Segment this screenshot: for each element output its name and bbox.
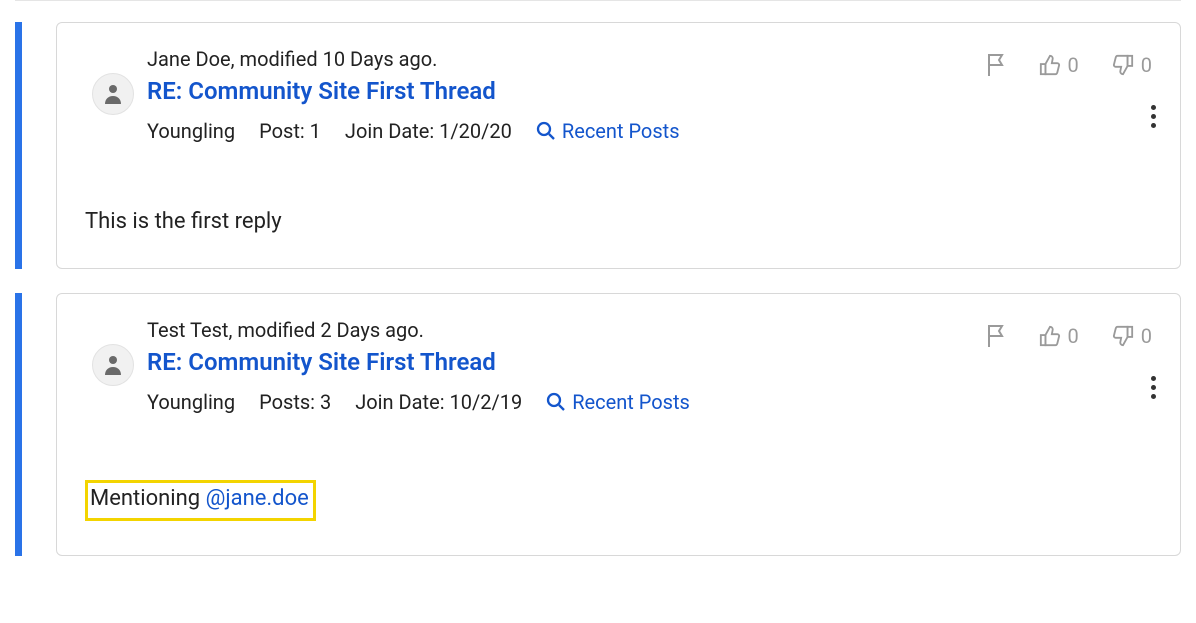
kebab-dot-icon [1151,114,1156,119]
join-date: Join Date: 1/20/20 [345,119,512,143]
post-item: Test Test, modified 2 Days ago. RE: Comm… [15,293,1181,556]
post-card: Jane Doe, modified 10 Days ago. RE: Comm… [56,22,1181,269]
avatar[interactable] [92,344,134,386]
person-icon [104,355,122,375]
user-rank: Youngling [147,390,235,414]
top-divider [15,0,1181,1]
flag-icon [986,53,1006,77]
post-body-text: Mentioning [90,486,206,511]
kebab-dot-icon [1151,123,1156,128]
dislike-count: 0 [1141,53,1152,77]
thread-accent-bar [15,293,22,556]
person-icon [104,84,122,104]
like-button[interactable]: 0 [1038,53,1079,77]
posts-container: Jane Doe, modified 10 Days ago. RE: Comm… [0,0,1196,556]
recent-posts-label: Recent Posts [562,119,680,143]
like-count: 0 [1068,53,1079,77]
post-item: Jane Doe, modified 10 Days ago. RE: Comm… [15,22,1181,269]
kebab-dot-icon [1151,105,1156,110]
thread-title-link[interactable]: RE: Community Site First Thread [147,77,496,105]
thumbs-up-icon [1038,54,1062,76]
post-card: Test Test, modified 2 Days ago. RE: Comm… [56,293,1181,556]
join-date: Join Date: 10/2/19 [355,390,522,414]
more-actions-button[interactable] [1151,105,1156,128]
thumbs-down-icon [1111,54,1135,76]
flag-button[interactable] [986,324,1006,348]
kebab-dot-icon [1151,376,1156,381]
flag-button[interactable] [986,53,1006,77]
kebab-dot-icon [1151,385,1156,390]
thumbs-up-icon [1038,325,1062,347]
flag-icon [986,324,1006,348]
thumbs-down-icon [1111,325,1135,347]
thread-title-link[interactable]: RE: Community Site First Thread [147,348,496,376]
post-byline: Jane Doe, modified 10 Days ago. [147,47,986,71]
dislike-button[interactable]: 0 [1111,53,1152,77]
user-mention-link[interactable]: @jane.doe [206,486,309,511]
kebab-dot-icon [1151,394,1156,399]
thread-accent-bar [15,22,22,269]
dislike-count: 0 [1141,324,1152,348]
post-body: This is the first reply [85,209,1152,234]
recent-posts-link[interactable]: Recent Posts [536,119,680,143]
search-icon [546,392,566,412]
post-count: Posts: 3 [259,390,331,414]
post-body: Mentioning @jane.doe [85,480,1152,521]
post-count: Post: 1 [259,119,321,143]
user-rank: Youngling [147,119,235,143]
like-count: 0 [1068,324,1079,348]
more-actions-button[interactable] [1151,376,1156,399]
post-byline: Test Test, modified 2 Days ago. [147,318,986,342]
recent-posts-link[interactable]: Recent Posts [546,390,690,414]
avatar[interactable] [92,73,134,115]
search-icon [536,121,556,141]
dislike-button[interactable]: 0 [1111,324,1152,348]
recent-posts-label: Recent Posts [572,390,690,414]
like-button[interactable]: 0 [1038,324,1079,348]
highlight-annotation: Mentioning @jane.doe [85,480,316,521]
